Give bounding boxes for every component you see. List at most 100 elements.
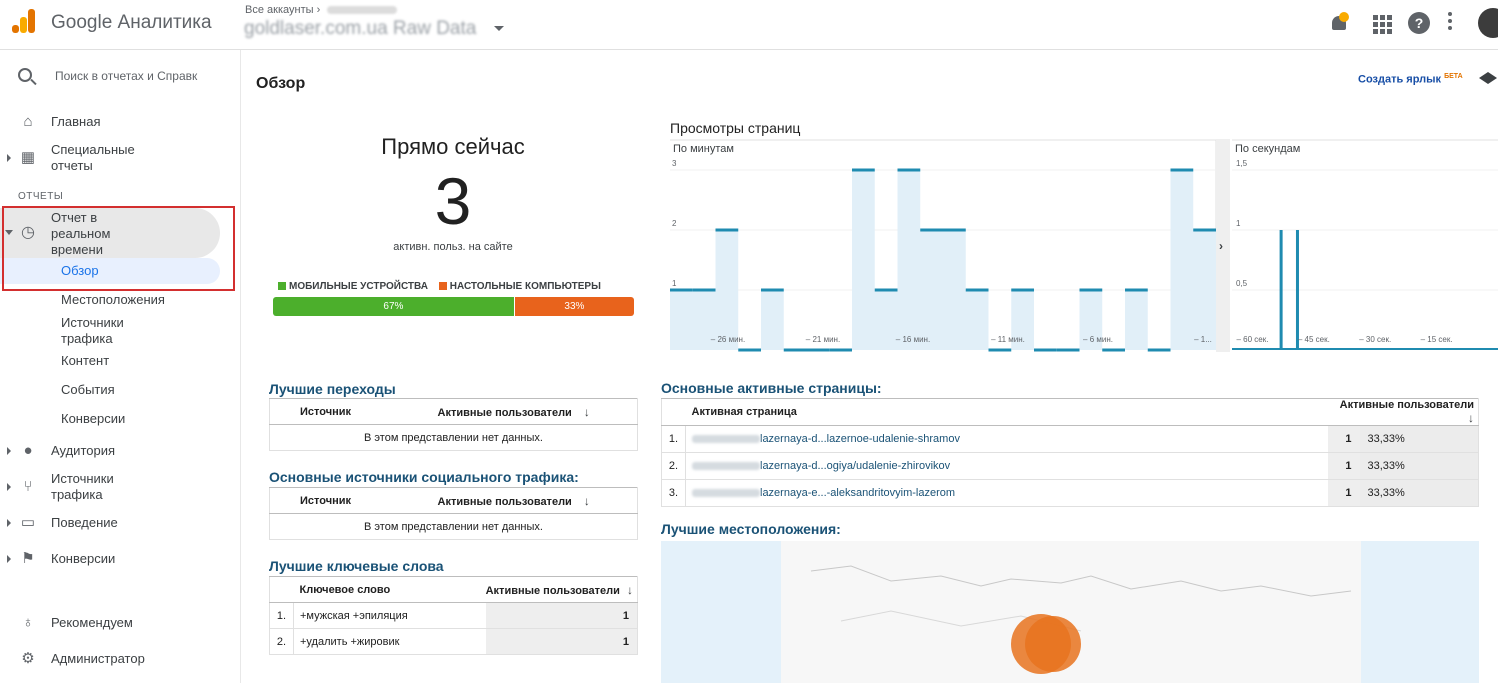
per-second-label: По секундам: [1235, 143, 1300, 155]
beta-badge: БЕТА: [1444, 73, 1463, 80]
sidebar-item-home[interactable]: ⌂ Главная: [0, 113, 240, 131]
per-minute-step-3: [738, 348, 761, 352]
legend-item-desktop: НАСТОЛЬНЫЕ КОМПЬЮТЕРЫ: [438, 281, 601, 292]
top-locations-title: Лучшие местоположения:: [661, 521, 841, 537]
notifications-icon[interactable]: [1329, 12, 1351, 34]
col-header-source[interactable]: Источник: [269, 487, 410, 514]
users-percent: 33,33%: [1359, 426, 1478, 452]
keyword-link[interactable]: +удалить +жировик: [293, 628, 486, 655]
x-tick-label: – 16 мин.: [896, 335, 930, 344]
sidebar-item-conversions[interactable]: ⚑ Конверсии: [0, 550, 240, 568]
empty-message: В этом представлении нет данных.: [269, 424, 638, 451]
col-header-active-users[interactable]: Активные пользователи ↓: [485, 576, 638, 603]
pageviews-chart-title: Просмотры страниц: [670, 120, 801, 136]
sidebar-subitem-events[interactable]: События: [61, 382, 115, 398]
device-bar-desktop: 33%: [514, 297, 634, 316]
locations-map[interactable]: [661, 541, 1479, 683]
legend-swatch-mobile: [278, 282, 286, 290]
sidebar-subitem-content[interactable]: Контент: [61, 353, 109, 369]
active-users-subtitle: активн. польз. на сайте: [393, 241, 513, 253]
col-header-source[interactable]: Источник: [269, 398, 410, 425]
per-minute-step-0: [670, 288, 693, 292]
location-bubble[interactable]: [1025, 616, 1081, 672]
per-minute-step-19: [1102, 348, 1125, 352]
col-header-active-users-label: Активные пользователи: [485, 584, 620, 597]
chevron-right-icon[interactable]: [7, 447, 11, 455]
page-path[interactable]: lazernaya-d...lazernoe-udalenie-shramov: [760, 433, 960, 445]
per-second-bar-0: [1279, 230, 1283, 350]
sidebar-subitem-traffic-sources[interactable]: Источники трафика: [61, 315, 151, 347]
col-header-active-users[interactable]: Активные пользователи ↓: [409, 398, 638, 425]
sort-down-icon[interactable]: ↓: [584, 405, 594, 419]
per-minute-label: По минутам: [673, 143, 734, 155]
sidebar-item-acquisition[interactable]: ⑂ Источники трафика: [0, 470, 240, 504]
sidebar-item-label: Источники трафика: [51, 471, 114, 502]
account-name-blurred: [327, 6, 398, 15]
col-header-keyword[interactable]: Ключевое слово: [293, 576, 486, 603]
sidebar-item-audience[interactable]: ● Аудитория: [0, 442, 240, 460]
property-selector[interactable]: goldlaser.com.ua Raw Data: [244, 18, 476, 40]
users-percent: 33,33%: [1359, 480, 1478, 506]
avatar[interactable]: [1478, 8, 1498, 38]
chevron-right-icon[interactable]: [7, 483, 11, 491]
sidebar-item-custom-reports[interactable]: ▦ Специальные отчеты: [0, 142, 240, 176]
col-header-active-users[interactable]: Активные пользователи ↓: [1327, 398, 1479, 426]
sidebar-item-admin[interactable]: ⚙ Администратор: [0, 650, 240, 668]
col-header-index: [269, 576, 294, 603]
search-input[interactable]: Поиск в отчетах и Справк: [55, 69, 197, 83]
per-second-bar-1: [1295, 230, 1299, 350]
sort-down-icon[interactable]: ↓: [584, 494, 594, 508]
per-minute-step-5: [783, 348, 807, 352]
users-cell: 1 33,33%: [1327, 425, 1479, 453]
per-minute-step-8: [852, 168, 875, 172]
device-legend: МОБИЛЬНЫЕ УСТРОЙСТВА НАСТОЛЬНЫЕ КОМПЬЮТЕ…: [278, 281, 609, 292]
col-header-active-page[interactable]: Активная страница: [685, 398, 1328, 426]
chevron-right-icon[interactable]: [7, 555, 11, 563]
y-tick-label: 1: [1236, 219, 1241, 228]
page-path[interactable]: lazernaya-d...ogiya/udalenie-zhirovikov: [760, 460, 950, 472]
google-analytics-logo-icon[interactable]: [12, 9, 36, 35]
keyword-link[interactable]: +мужская +эпиляция: [293, 602, 486, 629]
chevron-right-icon[interactable]: [7, 154, 11, 162]
per-minute-step-20: [1125, 288, 1148, 292]
help-icon[interactable]: ?: [1408, 12, 1430, 34]
more-vert-icon[interactable]: [1448, 12, 1452, 34]
page-link[interactable]: lazernaya-d...ogiya/udalenie-zhirovikov: [685, 452, 1328, 480]
create-shortcut-link[interactable]: Создать ярлык БЕТА: [1358, 73, 1463, 86]
sidebar-item-recommend[interactable]: ♁ Рекомендуем: [0, 614, 240, 632]
sidebar-search[interactable]: Поиск в отчетах и Справк: [0, 62, 240, 92]
users-value: 1: [1327, 426, 1360, 452]
account-breadcrumb[interactable]: Все аккаунты ›: [245, 4, 398, 16]
legend-label-mobile: МОБИЛЬНЫЕ УСТРОЙСТВА: [289, 281, 428, 292]
table-row: 1. +мужская +эпиляция 1: [269, 602, 638, 629]
per-minute-step-7: [829, 348, 852, 352]
col-header-active-users[interactable]: Активные пользователи ↓: [409, 487, 638, 514]
per-minute-step-23: [1193, 228, 1216, 232]
sort-down-icon[interactable]: ↓: [623, 583, 633, 597]
sidebar-subitem-locations[interactable]: Местоположения: [61, 292, 165, 308]
active-users-count: 3: [434, 164, 472, 238]
legend-label-desktop: НАСТОЛЬНЫЕ КОМПЬЮТЕРЫ: [449, 281, 601, 292]
chevron-down-icon[interactable]: [494, 26, 504, 31]
per-minute-step-15: [1011, 288, 1034, 292]
chevron-right-icon[interactable]: [7, 519, 11, 527]
page-path[interactable]: lazernaya-e...-aleksandritovyim-lazerom: [760, 487, 955, 499]
top-keywords-title: Лучшие ключевые слова: [269, 558, 444, 574]
row-index: 1.: [661, 425, 686, 453]
users-percent: 33,33%: [1359, 453, 1478, 479]
graduation-cap-icon[interactable]: [1479, 72, 1497, 84]
sidebar-subitem-conversions[interactable]: Конверсии: [61, 411, 125, 427]
page-link[interactable]: lazernaya-e...-aleksandritovyim-lazerom: [685, 479, 1328, 507]
apps-grid-icon[interactable]: [1370, 12, 1392, 34]
users-value: 1: [1327, 480, 1360, 506]
device-share-bar: 67% 33%: [273, 297, 634, 316]
top-pages-table: Активная страница Активные пользователи …: [661, 398, 1479, 507]
top-referrals-title: Лучшие переходы: [269, 381, 396, 397]
col-header-active-users-label: Активные пользователи: [437, 406, 572, 419]
col-header-active-users-label: Активные пользователи: [437, 495, 572, 508]
page-link[interactable]: lazernaya-d...lazernoe-udalenie-shramov: [685, 425, 1328, 453]
sort-down-icon[interactable]: ↓: [1464, 411, 1474, 425]
empty-message: В этом представлении нет данных.: [269, 513, 638, 540]
sidebar-item-behavior[interactable]: ▭ Поведение: [0, 514, 240, 532]
table-row: 2. +удалить +жировик 1: [269, 628, 638, 655]
